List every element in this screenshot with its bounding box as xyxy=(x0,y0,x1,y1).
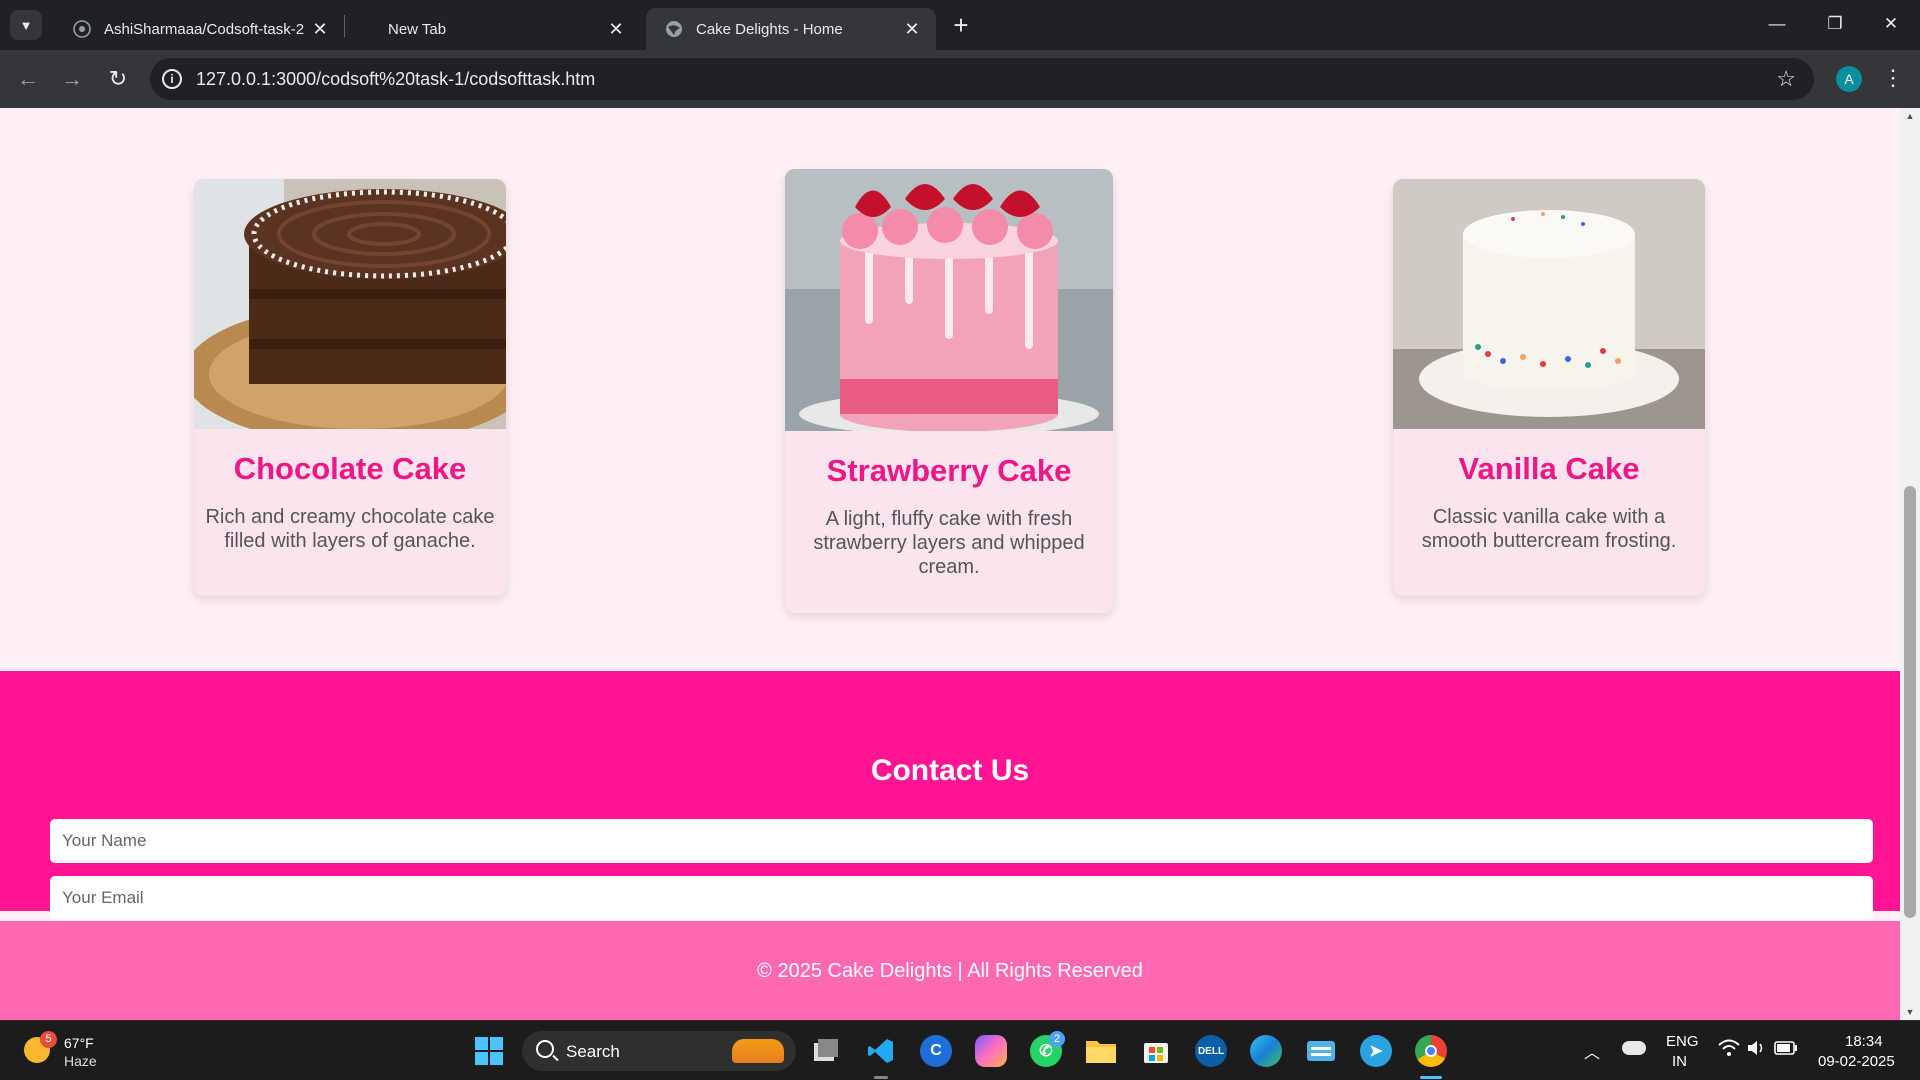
chrome-center-icon xyxy=(1425,1045,1437,1057)
clock-date[interactable]: 09-02-2025 xyxy=(1818,1053,1895,1070)
weather-temp: 67°F xyxy=(64,1035,94,1051)
cake-description: Classic vanilla cake with a smooth butte… xyxy=(1421,506,1677,552)
name-field[interactable] xyxy=(50,819,1873,863)
strawberry-cake-image xyxy=(785,169,1113,431)
copyright-text: © 2025 Cake Delights | All Rights Reserv… xyxy=(757,960,1143,982)
email-field[interactable] xyxy=(50,876,1873,920)
onedrive-icon[interactable] xyxy=(1622,1041,1646,1055)
running-indicator xyxy=(874,1076,888,1079)
back-button[interactable]: ← xyxy=(12,63,44,95)
reload-button[interactable]: ↻ xyxy=(102,63,134,95)
cake-name: Strawberry Cake xyxy=(826,453,1072,488)
contact-heading: Contact Us xyxy=(870,754,1030,787)
microsoft-store-icon[interactable] xyxy=(1140,1035,1172,1067)
running-indicator-active xyxy=(1420,1076,1442,1079)
cake-card-vanilla: Vanilla Cake Classic vanilla cake with a… xyxy=(1393,179,1705,596)
volume-icon[interactable] xyxy=(1746,1039,1766,1061)
cakes-section: Chocolate Cake Rich and creamy chocolate… xyxy=(0,108,1900,671)
page-viewport: Chocolate Cake Rich and creamy chocolate… xyxy=(0,108,1920,1020)
vscode-icon[interactable] xyxy=(865,1035,897,1067)
keyboard-app-icon[interactable] xyxy=(1305,1035,1337,1067)
dell-icon[interactable]: DELL xyxy=(1195,1035,1227,1067)
clock-time[interactable]: 18:34 xyxy=(1845,1033,1883,1050)
arrow-left-icon: ← xyxy=(17,66,39,91)
close-icon[interactable]: ✕ xyxy=(900,17,924,41)
vanilla-cake-image xyxy=(1393,179,1705,429)
windows-start-icon[interactable] xyxy=(473,1035,505,1067)
wifi-icon[interactable] xyxy=(1718,1039,1740,1062)
info-icon[interactable]: i xyxy=(162,69,182,89)
c-app-icon[interactable]: C xyxy=(920,1035,952,1067)
weather-condition: Haze xyxy=(64,1053,97,1069)
weather-widget[interactable]: 5 67°F Haze xyxy=(20,1031,110,1071)
cake-description: Rich and creamy chocolate cake filled wi… xyxy=(205,506,495,552)
taskbar: 5 67°F Haze Search C ✆ 2 DELL ➤ ︿ ENG IN xyxy=(0,1020,1920,1080)
forward-button[interactable]: → xyxy=(56,63,88,95)
cake-name: Chocolate Cake xyxy=(233,451,467,486)
bookmark-star-icon[interactable]: ☆ xyxy=(1776,66,1796,92)
chevron-up-icon[interactable]: ︿ xyxy=(1584,1039,1600,1063)
pizza-icon xyxy=(732,1039,784,1063)
new-tab-button[interactable]: + xyxy=(948,12,974,38)
page-footer: © 2025 Cake Delights | All Rights Reserv… xyxy=(0,921,1900,1020)
address-bar[interactable]: i 127.0.0.1:3000/codsoft%20task-1/codsof… xyxy=(150,58,1814,100)
language-top[interactable]: ENG xyxy=(1666,1033,1699,1050)
minimize-button[interactable]: — xyxy=(1748,0,1806,48)
search-label: Search xyxy=(566,1042,620,1061)
copilot-icon[interactable] xyxy=(975,1035,1007,1067)
close-window-button[interactable]: ✕ xyxy=(1862,0,1920,48)
chevron-down-icon: ▼ xyxy=(19,17,33,33)
taskbar-search[interactable]: Search xyxy=(522,1031,796,1071)
github-icon xyxy=(72,19,92,39)
chrome-icon[interactable] xyxy=(1415,1035,1447,1067)
tab-title: New Tab xyxy=(388,20,447,38)
profile-avatar[interactable]: A xyxy=(1836,66,1862,92)
cake-card-chocolate: Chocolate Cake Rich and creamy chocolate… xyxy=(194,179,506,596)
arrow-right-icon: → xyxy=(61,66,83,91)
whatsapp-badge: 2 xyxy=(1049,1031,1065,1047)
task-view-icon[interactable] xyxy=(810,1035,842,1067)
url-text[interactable]: 127.0.0.1:3000/codsoft%20task-1/codsoftt… xyxy=(196,69,595,90)
tab-cake-delights[interactable]: Cake Delights - Home ✕ xyxy=(646,8,936,50)
close-icon[interactable]: ✕ xyxy=(308,17,332,41)
page-scrollbar[interactable]: ▲ ▼ xyxy=(1900,108,1920,1020)
cake-card-strawberry: Strawberry Cake A light, fluffy cake wit… xyxy=(785,169,1113,613)
telegram-icon[interactable]: ➤ xyxy=(1360,1035,1392,1067)
cake-name: Vanilla Cake xyxy=(1458,451,1640,486)
file-explorer-icon[interactable] xyxy=(1085,1035,1117,1067)
battery-icon[interactable] xyxy=(1774,1041,1798,1059)
tab-separator xyxy=(344,15,345,37)
tab-search-button[interactable]: ▼ xyxy=(10,10,42,40)
tab-title: AshiSharmaaa/Codsoft-task-2 xyxy=(104,20,305,38)
search-icon xyxy=(536,1040,554,1058)
tab-title: Cake Delights - Home xyxy=(696,20,843,38)
chocolate-cake-image xyxy=(194,179,506,429)
contact-section: Contact Us xyxy=(0,671,1900,920)
language-bottom[interactable]: IN xyxy=(1672,1053,1687,1070)
browser-toolbar: ← → ↻ i 127.0.0.1:3000/codsoft%20task-1/… xyxy=(0,50,1920,108)
restore-button[interactable]: ❐ xyxy=(1806,0,1864,48)
scroll-up-icon[interactable]: ▲ xyxy=(1900,108,1920,124)
cake-description: A light, fluffy cake with fresh strawber… xyxy=(813,508,1085,578)
close-icon[interactable]: ✕ xyxy=(604,17,628,41)
scrollbar-thumb[interactable] xyxy=(1904,486,1916,918)
weather-badge: 5 xyxy=(40,1031,57,1048)
tab-strip: ▼ AshiSharmaaa/Codsoft-task-2 ✕ New Tab … xyxy=(0,0,1920,50)
tab-new-tab[interactable]: New Tab ✕ xyxy=(358,8,640,50)
globe-icon xyxy=(664,19,684,39)
menu-dots-icon[interactable]: ⋮ xyxy=(1882,64,1904,92)
edge-icon[interactable] xyxy=(1250,1035,1282,1067)
scroll-down-icon[interactable]: ▼ xyxy=(1900,1004,1920,1020)
tab-github[interactable]: AshiSharmaaa/Codsoft-task-2 ✕ xyxy=(54,8,344,50)
reload-icon: ↻ xyxy=(108,66,128,91)
